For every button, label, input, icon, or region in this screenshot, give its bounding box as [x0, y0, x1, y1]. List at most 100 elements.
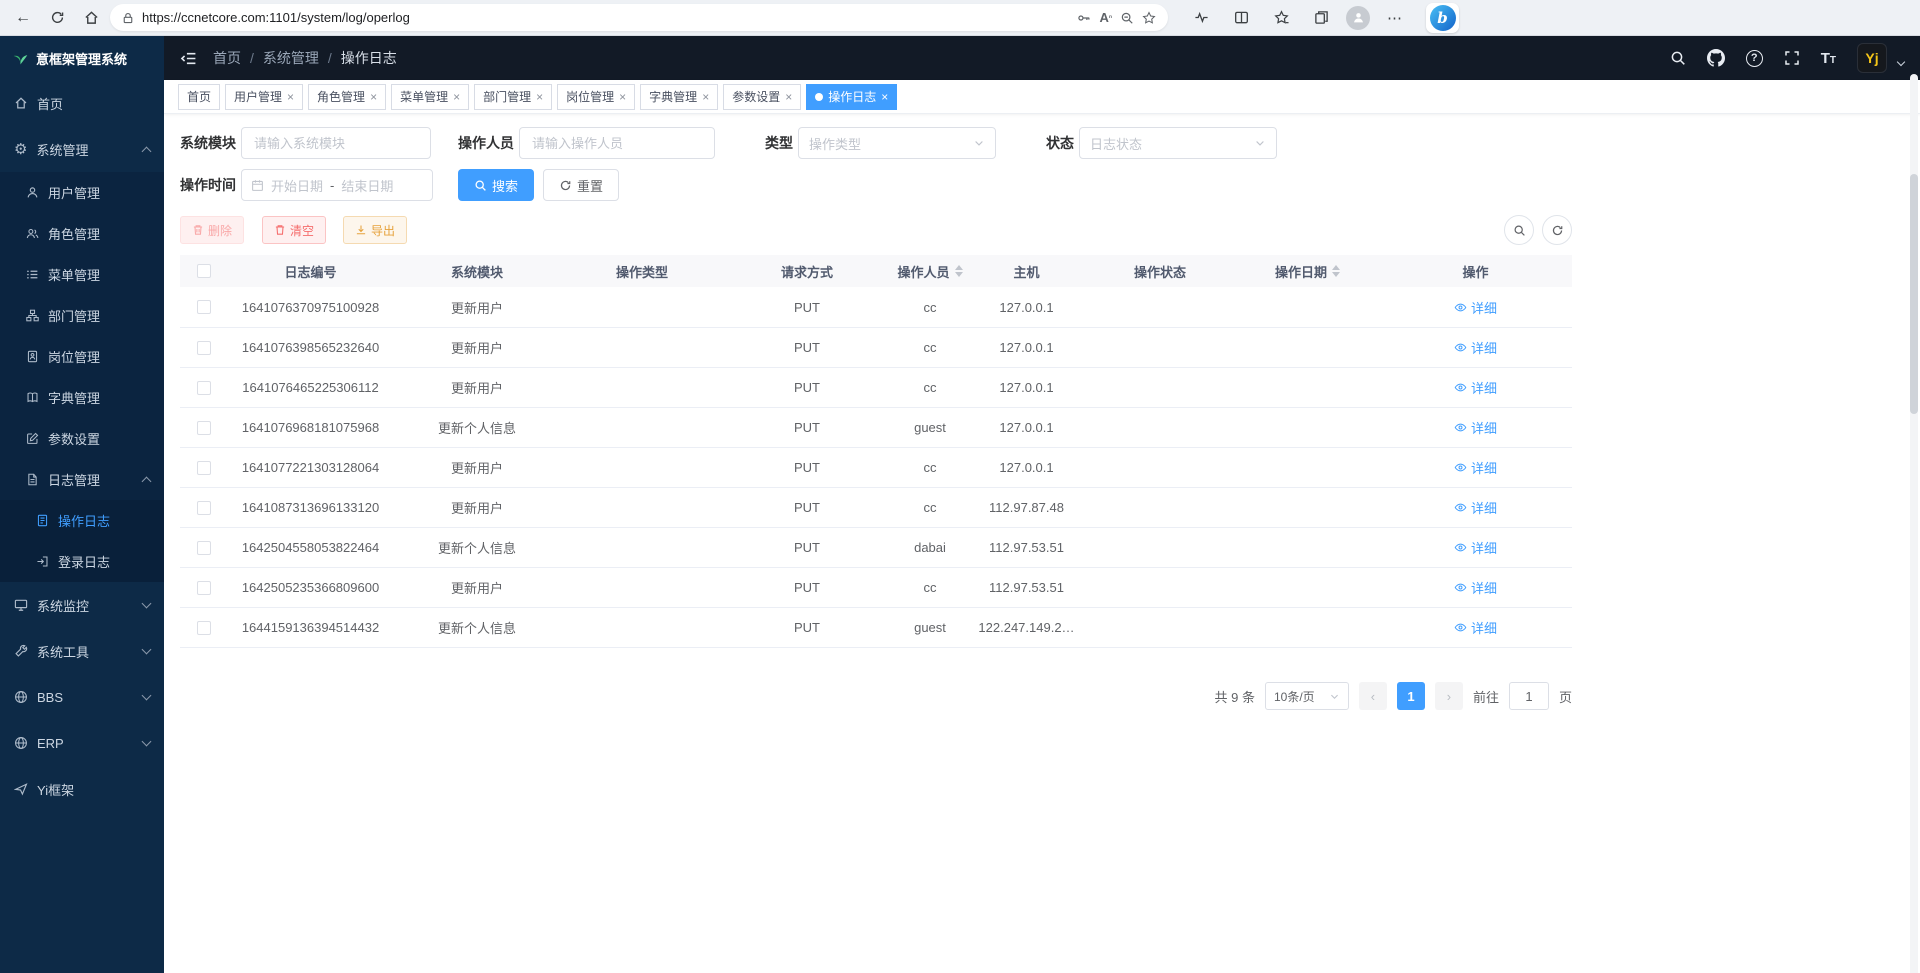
- row-checkbox[interactable]: [197, 341, 211, 355]
- tab-dict-management[interactable]: 字典管理×: [640, 84, 718, 110]
- status-select[interactable]: 日志状态: [1079, 127, 1277, 159]
- detail-link[interactable]: 详细: [1454, 458, 1497, 477]
- tab-close-icon[interactable]: ×: [453, 91, 460, 103]
- detail-link[interactable]: 详细: [1454, 378, 1497, 397]
- zoom-out-icon[interactable]: [1120, 11, 1134, 25]
- sidebar-item-post-management[interactable]: 岗位管理: [0, 336, 164, 377]
- sort-icons[interactable]: [1332, 265, 1340, 277]
- next-page-button[interactable]: ›: [1435, 682, 1463, 710]
- sidebar-item-param-settings[interactable]: 参数设置: [0, 418, 164, 459]
- page-number-1[interactable]: 1: [1397, 682, 1425, 710]
- goto-page-input[interactable]: [1509, 682, 1549, 710]
- browser-home-button[interactable]: [76, 4, 106, 32]
- detail-link[interactable]: 详细: [1454, 298, 1497, 317]
- sidebar-item-system-management[interactable]: ⚙ 系统管理: [0, 126, 164, 172]
- select-all-checkbox[interactable]: [197, 264, 211, 278]
- tab-operation-log[interactable]: 操作日志×: [806, 84, 897, 110]
- detail-link[interactable]: 详细: [1454, 538, 1497, 557]
- row-checkbox[interactable]: [197, 461, 211, 475]
- detail-link[interactable]: 详细: [1454, 338, 1497, 357]
- avatar-caret-icon[interactable]: [1897, 58, 1905, 66]
- collections-icon[interactable]: [1306, 4, 1336, 32]
- tab-close-icon[interactable]: ×: [881, 91, 888, 103]
- row-checkbox[interactable]: [197, 501, 211, 515]
- breadcrumb-section[interactable]: 系统管理: [263, 48, 319, 68]
- sidebar-item-log-management[interactable]: 日志管理: [0, 459, 164, 500]
- fullscreen-icon[interactable]: [1784, 50, 1800, 66]
- address-bar[interactable]: https://ccnetcore.com:1101/system/log/op…: [110, 4, 1168, 31]
- operator-input[interactable]: [519, 127, 715, 159]
- col-header-operator[interactable]: 操作人员: [891, 262, 969, 281]
- row-checkbox[interactable]: [197, 621, 211, 635]
- tab-home[interactable]: 首页: [178, 84, 220, 110]
- row-checkbox[interactable]: [197, 421, 211, 435]
- tab-post-management[interactable]: 岗位管理×: [557, 84, 635, 110]
- scrollbar-track[interactable]: [1910, 74, 1918, 973]
- row-checkbox[interactable]: [197, 300, 211, 314]
- sidebar-fold-icon[interactable]: [180, 50, 197, 67]
- sidebar-item-erp[interactable]: ERP: [0, 720, 164, 766]
- tab-close-icon[interactable]: ×: [785, 91, 792, 103]
- prev-page-button[interactable]: ‹: [1359, 682, 1387, 710]
- toggle-search-button[interactable]: [1504, 215, 1534, 245]
- detail-link[interactable]: 详细: [1454, 578, 1497, 597]
- tab-close-icon[interactable]: ×: [287, 91, 294, 103]
- sidebar-item-operation-log[interactable]: 操作日志: [0, 500, 164, 541]
- sidebar-item-role-management[interactable]: 角色管理: [0, 213, 164, 254]
- tab-param-settings[interactable]: 参数设置×: [723, 84, 801, 110]
- browser-essentials-icon[interactable]: [1186, 4, 1216, 32]
- detail-link[interactable]: 详细: [1454, 418, 1497, 437]
- browser-back-button[interactable]: ←: [8, 4, 38, 32]
- sidebar-item-dept-management[interactable]: 部门管理: [0, 295, 164, 336]
- tab-menu-management[interactable]: 菜单管理×: [391, 84, 469, 110]
- browser-profile-avatar[interactable]: [1346, 6, 1370, 30]
- tab-dept-management[interactable]: 部门管理×: [474, 84, 552, 110]
- type-select[interactable]: 操作类型: [798, 127, 996, 159]
- tab-close-icon[interactable]: ×: [536, 91, 543, 103]
- split-screen-icon[interactable]: [1226, 4, 1256, 32]
- user-avatar[interactable]: Yj: [1857, 43, 1887, 73]
- breadcrumb-home[interactable]: 首页: [213, 48, 241, 68]
- browser-more-icon[interactable]: ⋯: [1380, 4, 1410, 32]
- export-button[interactable]: 导出: [343, 216, 407, 244]
- add-favorite-icon[interactable]: [1142, 11, 1156, 25]
- row-checkbox[interactable]: [197, 381, 211, 395]
- tab-close-icon[interactable]: ×: [619, 91, 626, 103]
- sidebar-item-bbs[interactable]: BBS: [0, 674, 164, 720]
- read-aloud-icon[interactable]: Aⁿ: [1099, 10, 1112, 25]
- font-size-icon[interactable]: TT: [1821, 51, 1836, 66]
- tab-close-icon[interactable]: ×: [702, 91, 709, 103]
- sort-icons[interactable]: [955, 265, 963, 277]
- module-input[interactable]: [241, 127, 431, 159]
- search-icon[interactable]: [1670, 50, 1686, 66]
- page-size-select[interactable]: 10条/页: [1265, 682, 1349, 710]
- sidebar-item-login-log[interactable]: 登录日志: [0, 541, 164, 582]
- sidebar-item-system-monitor[interactable]: 系统监控: [0, 582, 164, 628]
- date-range-picker[interactable]: 开始日期 - 结束日期: [241, 169, 433, 201]
- github-icon[interactable]: [1707, 49, 1725, 67]
- favorites-icon[interactable]: [1266, 4, 1296, 32]
- tab-user-management[interactable]: 用户管理×: [225, 84, 303, 110]
- reset-button[interactable]: 重置: [543, 169, 619, 201]
- url-text[interactable]: https://ccnetcore.com:1101/system/log/op…: [142, 10, 1069, 25]
- help-icon[interactable]: ?: [1746, 50, 1763, 67]
- sidebar-item-home[interactable]: 首页: [0, 80, 164, 126]
- sidebar-item-yi-framework[interactable]: Yi框架: [0, 766, 164, 812]
- password-key-icon[interactable]: [1077, 11, 1091, 25]
- sidebar-item-menu-management[interactable]: 菜单管理: [0, 254, 164, 295]
- sidebar-item-dict-management[interactable]: 字典管理: [0, 377, 164, 418]
- sidebar-item-system-tools[interactable]: 系统工具: [0, 628, 164, 674]
- search-button[interactable]: 搜索: [458, 169, 534, 201]
- row-checkbox[interactable]: [197, 581, 211, 595]
- delete-button[interactable]: 删除: [180, 216, 244, 244]
- browser-refresh-button[interactable]: [42, 4, 72, 32]
- sidebar-item-user-management[interactable]: 用户管理: [0, 172, 164, 213]
- detail-link[interactable]: 详细: [1454, 618, 1497, 637]
- app-logo[interactable]: 意框架管理系统: [0, 36, 164, 80]
- col-header-date[interactable]: 操作日期: [1236, 262, 1379, 281]
- tab-role-management[interactable]: 角色管理×: [308, 84, 386, 110]
- clear-button[interactable]: 清空: [262, 216, 326, 244]
- row-checkbox[interactable]: [197, 541, 211, 555]
- tab-close-icon[interactable]: ×: [370, 91, 377, 103]
- scrollbar-thumb[interactable]: [1910, 174, 1918, 414]
